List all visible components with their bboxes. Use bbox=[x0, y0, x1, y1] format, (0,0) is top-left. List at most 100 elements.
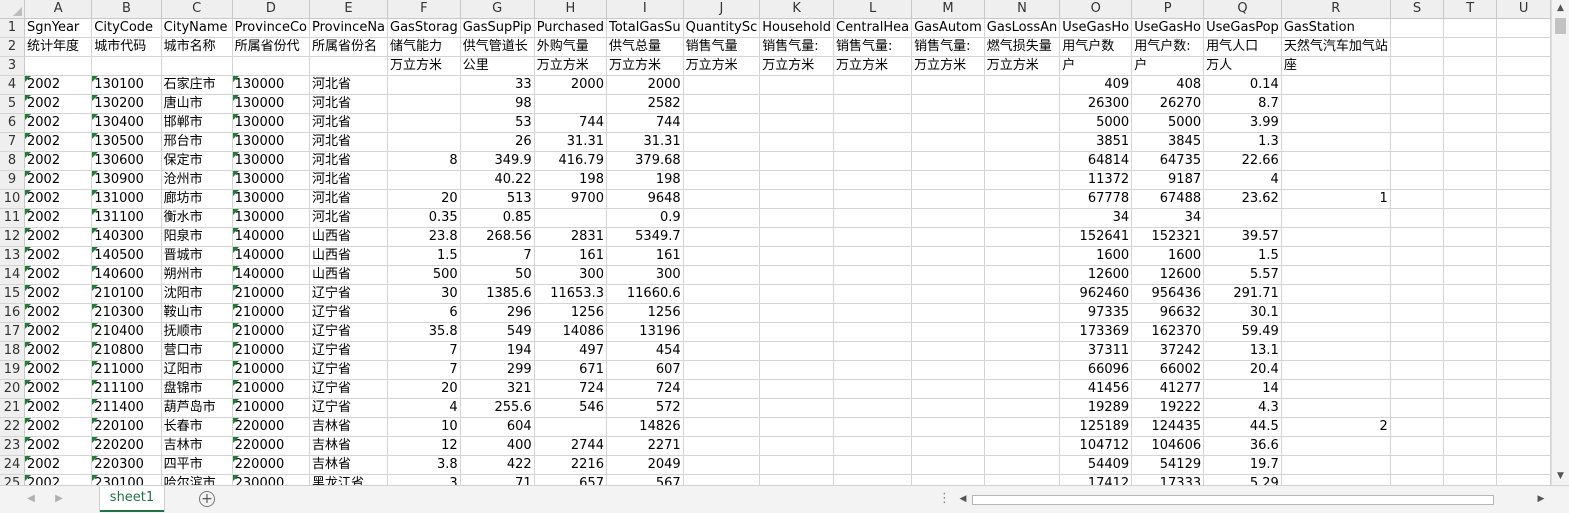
cell[interactable] bbox=[683, 341, 761, 361]
cell[interactable] bbox=[911, 151, 985, 171]
cell[interactable]: 河北省 bbox=[309, 170, 389, 190]
cell[interactable] bbox=[683, 189, 761, 209]
cell[interactable] bbox=[232, 56, 311, 76]
cell[interactable]: 13.1 bbox=[1203, 341, 1282, 361]
cell[interactable]: 河北省 bbox=[309, 132, 389, 152]
cell[interactable]: ProvinceNa bbox=[309, 18, 389, 38]
cell[interactable]: 外购气量 bbox=[534, 37, 607, 57]
cell[interactable]: 194 bbox=[460, 341, 535, 361]
scroll-up-icon[interactable]: ▲ bbox=[1552, 0, 1569, 17]
cell[interactable]: 36.6 bbox=[1203, 436, 1282, 456]
cell[interactable]: 9700 bbox=[534, 189, 607, 209]
cell[interactable] bbox=[1281, 398, 1391, 418]
cell[interactable] bbox=[1496, 18, 1551, 38]
cell[interactable]: 210300 bbox=[91, 303, 162, 323]
cell[interactable]: 0.9 bbox=[606, 208, 684, 228]
cell[interactable]: 0.14 bbox=[1203, 75, 1282, 95]
cell[interactable] bbox=[683, 398, 761, 418]
cell[interactable]: 220000 bbox=[232, 436, 311, 456]
cell[interactable]: 6 bbox=[387, 303, 461, 323]
cell[interactable]: 34 bbox=[1131, 208, 1205, 228]
cell[interactable] bbox=[1281, 379, 1391, 399]
cell[interactable]: QuantitySc bbox=[683, 18, 761, 38]
cell[interactable]: 2000 bbox=[534, 75, 607, 95]
cell[interactable]: 607 bbox=[606, 360, 684, 380]
cell[interactable] bbox=[984, 189, 1061, 209]
cell[interactable] bbox=[1496, 113, 1551, 133]
next-sheet-icon[interactable]: ▶ bbox=[52, 492, 66, 506]
cell[interactable]: 104606 bbox=[1131, 436, 1205, 456]
cell[interactable] bbox=[683, 284, 761, 304]
cell[interactable]: 230100 bbox=[91, 474, 162, 485]
cell[interactable] bbox=[984, 474, 1061, 485]
row-header[interactable]: 17 bbox=[0, 322, 25, 342]
cell[interactable]: 130000 bbox=[232, 189, 311, 209]
cell[interactable]: 河北省 bbox=[309, 94, 389, 114]
cell[interactable] bbox=[984, 151, 1061, 171]
row-header[interactable]: 14 bbox=[0, 265, 25, 285]
cell[interactable]: 7 bbox=[387, 360, 461, 380]
cell[interactable] bbox=[1281, 170, 1391, 190]
column-header[interactable]: D bbox=[232, 0, 311, 19]
cell[interactable] bbox=[911, 474, 985, 485]
cell[interactable] bbox=[833, 417, 913, 437]
cell[interactable] bbox=[911, 455, 985, 475]
cell[interactable]: 724 bbox=[606, 379, 684, 399]
row-header[interactable]: 13 bbox=[0, 246, 25, 266]
row-header[interactable]: 19 bbox=[0, 360, 25, 380]
cell[interactable] bbox=[833, 94, 913, 114]
cell[interactable]: 辽宁省 bbox=[309, 303, 389, 323]
cell[interactable]: CityName bbox=[161, 18, 233, 38]
cell[interactable]: 2002 bbox=[24, 94, 93, 114]
cell[interactable]: 2049 bbox=[606, 455, 684, 475]
cell[interactable]: 130400 bbox=[91, 113, 162, 133]
cell[interactable]: 廊坊市 bbox=[161, 189, 233, 209]
cell[interactable]: CentralHea bbox=[833, 18, 913, 38]
cell[interactable]: 12600 bbox=[1059, 265, 1133, 285]
cell[interactable]: 2002 bbox=[24, 436, 93, 456]
cell[interactable]: 2 bbox=[1281, 417, 1391, 437]
cell[interactable]: 2000 bbox=[606, 75, 684, 95]
cell[interactable]: 城市名称 bbox=[161, 37, 233, 57]
cell[interactable]: 座 bbox=[1281, 56, 1391, 76]
row-header[interactable]: 9 bbox=[0, 170, 25, 190]
cell[interactable] bbox=[833, 474, 913, 485]
cell[interactable]: 河北省 bbox=[309, 208, 389, 228]
cell[interactable]: 万立方米 bbox=[911, 56, 985, 76]
cell[interactable] bbox=[984, 322, 1061, 342]
cell[interactable]: 鞍山市 bbox=[161, 303, 233, 323]
cell[interactable] bbox=[1443, 170, 1498, 190]
cell[interactable]: 7 bbox=[387, 341, 461, 361]
cell[interactable]: 邢台市 bbox=[161, 132, 233, 152]
cell[interactable]: 161 bbox=[534, 246, 607, 266]
cell[interactable]: 0.35 bbox=[387, 208, 461, 228]
cell[interactable]: 98 bbox=[460, 94, 535, 114]
cell[interactable]: 140000 bbox=[232, 227, 311, 247]
cell[interactable] bbox=[1443, 265, 1498, 285]
cell[interactable] bbox=[911, 284, 985, 304]
cell[interactable] bbox=[759, 455, 835, 475]
cell[interactable]: 万立方米 bbox=[534, 56, 607, 76]
cell[interactable]: SgnYear bbox=[24, 18, 93, 38]
cell[interactable] bbox=[759, 75, 835, 95]
cell[interactable]: 549 bbox=[460, 322, 535, 342]
cell[interactable]: 2002 bbox=[24, 474, 93, 485]
cell[interactable]: 64735 bbox=[1131, 151, 1205, 171]
cell[interactable]: 吉林省 bbox=[309, 436, 389, 456]
cell[interactable]: 30 bbox=[387, 284, 461, 304]
cell[interactable] bbox=[1443, 246, 1498, 266]
cell[interactable]: 盘锦市 bbox=[161, 379, 233, 399]
cell[interactable]: GasStorag bbox=[387, 18, 461, 38]
cell[interactable]: 210000 bbox=[232, 398, 311, 418]
cell[interactable]: 3851 bbox=[1059, 132, 1133, 152]
cell[interactable]: 321 bbox=[460, 379, 535, 399]
cell[interactable] bbox=[833, 246, 913, 266]
cell[interactable]: 2002 bbox=[24, 417, 93, 437]
cell[interactable] bbox=[683, 132, 761, 152]
cell[interactable] bbox=[1281, 265, 1391, 285]
cell[interactable] bbox=[1281, 284, 1391, 304]
cell[interactable]: 26270 bbox=[1131, 94, 1205, 114]
cell[interactable] bbox=[759, 436, 835, 456]
cell[interactable]: 567 bbox=[606, 474, 684, 485]
cell[interactable]: 2002 bbox=[24, 170, 93, 190]
